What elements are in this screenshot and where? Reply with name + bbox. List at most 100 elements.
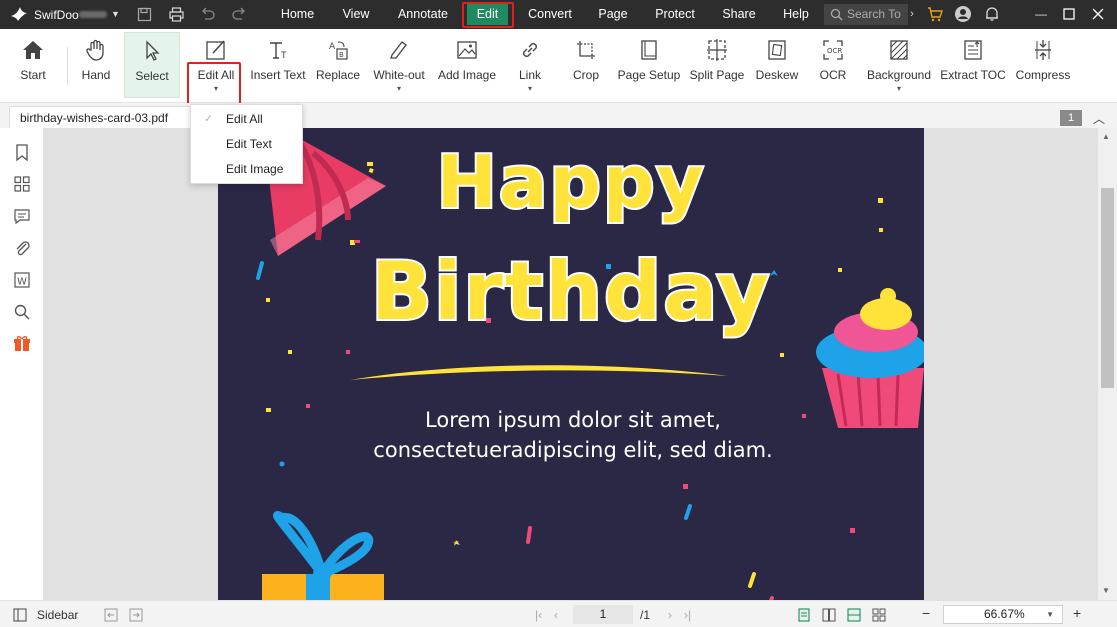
redo-icon[interactable] — [231, 6, 248, 23]
vertical-scrollbar[interactable]: ▲ ▼ — [1098, 128, 1117, 600]
dropdown-item-edit-text[interactable]: Edit Text — [191, 132, 304, 156]
previous-view-icon[interactable] — [104, 608, 118, 622]
print-icon[interactable] — [168, 6, 185, 23]
menu-page[interactable]: Page — [591, 0, 635, 29]
close-button[interactable] — [1091, 7, 1105, 21]
split-page-label: Split Page — [689, 68, 745, 82]
start-button[interactable]: Start — [11, 32, 55, 98]
link-dropdown-icon[interactable]: ▾ — [510, 84, 550, 93]
next-page-icon[interactable]: › — [668, 608, 672, 622]
search-placeholder: Search To — [847, 7, 901, 21]
sidebar-toggle-icon[interactable] — [13, 608, 27, 622]
app-menu-chevron-icon[interactable]: ▼ — [111, 9, 120, 19]
ocr-icon: OCR — [823, 40, 843, 60]
bookmark-icon[interactable] — [12, 142, 32, 162]
save-icon[interactable] — [136, 6, 153, 23]
total-pages: /1 — [640, 608, 651, 622]
compress-button[interactable]: Compress — [1013, 32, 1073, 98]
menu-convert[interactable]: Convert — [519, 0, 581, 29]
comment-icon[interactable] — [12, 206, 32, 226]
edit-all-button[interactable]: Edit All ▾ — [190, 32, 242, 98]
current-page-input[interactable]: 1 — [573, 605, 633, 624]
last-page-icon[interactable]: ›| — [684, 608, 691, 622]
search-icon[interactable] — [12, 302, 32, 322]
zoom-out-button[interactable]: − — [922, 605, 930, 621]
white-out-label: White-out — [373, 68, 425, 82]
zoom-dropdown-icon[interactable]: ▼ — [1046, 606, 1054, 623]
toolbar-divider — [67, 47, 68, 85]
link-chain-icon — [523, 43, 537, 57]
cursor-arrow-icon — [146, 40, 160, 61]
first-page-icon[interactable]: |‹ — [535, 608, 542, 622]
thumbnails-icon[interactable] — [12, 174, 32, 194]
dropdown-item-label: Edit All — [226, 112, 263, 126]
insert-text-button[interactable]: T Insert Text — [248, 32, 308, 98]
white-out-dropdown-icon[interactable]: ▾ — [369, 84, 429, 93]
left-sidebar: W — [0, 128, 44, 600]
gift-icon[interactable] — [12, 334, 32, 354]
two-page-view-icon[interactable] — [822, 608, 836, 622]
select-label: Select — [135, 69, 169, 83]
dropdown-item-label: Edit Text — [226, 137, 272, 151]
replace-button[interactable]: AB Replace — [313, 32, 363, 98]
dropdown-item-edit-image[interactable]: Edit Image — [191, 157, 304, 181]
menu-share[interactable]: Share — [716, 0, 762, 29]
next-view-icon[interactable] — [129, 608, 143, 622]
edit-all-dropdown-icon[interactable]: ▾ — [190, 84, 242, 93]
crop-icon — [577, 41, 595, 59]
scroll-down-arrow-icon[interactable]: ▼ — [1102, 586, 1110, 595]
word-count-icon[interactable]: W — [12, 270, 32, 290]
scroll-up-arrow-icon[interactable]: ▲ — [1102, 132, 1110, 141]
background-button[interactable]: Background ▾ — [864, 32, 934, 98]
svg-text:W: W — [17, 277, 27, 288]
dropdown-item-label: Edit Image — [226, 162, 284, 176]
collapse-toolbar-chevron-icon[interactable]: ︿ — [1093, 110, 1105, 127]
zoom-in-button[interactable]: + — [1073, 605, 1081, 621]
search-input[interactable]: Search To — [824, 4, 908, 25]
search-expand-chevron-icon[interactable]: › — [905, 4, 919, 25]
card-title-birthday: Birthday — [369, 243, 771, 340]
menu-protect[interactable]: Protect — [646, 0, 704, 29]
notification-bell-icon[interactable] — [983, 5, 1001, 23]
previous-page-icon[interactable]: ‹ — [554, 608, 558, 622]
checkmark-icon: ✓ — [204, 113, 214, 125]
scrollbar-thumb[interactable] — [1101, 188, 1114, 388]
pdf-page[interactable]: Happy Birthday Lorem ipsum dolor sit ame… — [218, 128, 924, 600]
minimize-button[interactable]: — — [1030, 4, 1052, 25]
page-setup-button[interactable]: Page Setup — [617, 32, 681, 98]
undo-icon[interactable] — [199, 6, 216, 23]
user-avatar-icon[interactable] — [954, 5, 972, 23]
background-dropdown-icon[interactable]: ▾ — [864, 84, 934, 93]
page-setup-label: Page Setup — [617, 68, 681, 82]
hand-label: Hand — [81, 68, 111, 82]
hand-tool-button[interactable]: Hand — [75, 32, 117, 98]
sidebar-label[interactable]: Sidebar — [37, 608, 78, 622]
zoom-level-select[interactable]: 66.67% ▼ — [943, 605, 1063, 624]
menu-view[interactable]: View — [333, 0, 379, 29]
grid-view-icon[interactable] — [872, 608, 886, 622]
menu-annotate[interactable]: Annotate — [389, 0, 457, 29]
cart-icon[interactable] — [926, 5, 944, 23]
background-icon — [890, 40, 908, 60]
attachment-icon[interactable] — [12, 238, 32, 258]
extract-toc-button[interactable]: Extract TOC — [940, 32, 1006, 98]
continuous-view-icon[interactable] — [847, 608, 861, 622]
white-out-button[interactable]: White-out ▾ — [369, 32, 429, 98]
crop-button[interactable]: Crop — [566, 32, 606, 98]
document-tab[interactable]: birthday-wishes-card-03.pdf — [9, 106, 193, 128]
split-page-button[interactable]: Split Page — [688, 32, 746, 98]
add-image-button[interactable]: Add Image — [436, 32, 498, 98]
ocr-button[interactable]: OCR OCR — [813, 32, 853, 98]
swifdoo-logo-icon — [11, 7, 27, 21]
split-page-icon — [707, 39, 727, 61]
menu-help[interactable]: Help — [774, 0, 818, 29]
dropdown-item-edit-all[interactable]: ✓ Edit All — [191, 107, 304, 131]
select-tool-button[interactable]: Select — [124, 32, 180, 98]
maximize-button[interactable] — [1062, 7, 1076, 21]
menu-edit[interactable]: Edit — [467, 4, 508, 25]
menu-home[interactable]: Home — [270, 0, 325, 29]
single-page-view-icon[interactable] — [797, 608, 811, 622]
document-viewport[interactable]: Happy Birthday Lorem ipsum dolor sit ame… — [44, 128, 1098, 600]
deskew-button[interactable]: Deskew — [753, 32, 801, 98]
link-button[interactable]: Link ▾ — [510, 32, 550, 98]
